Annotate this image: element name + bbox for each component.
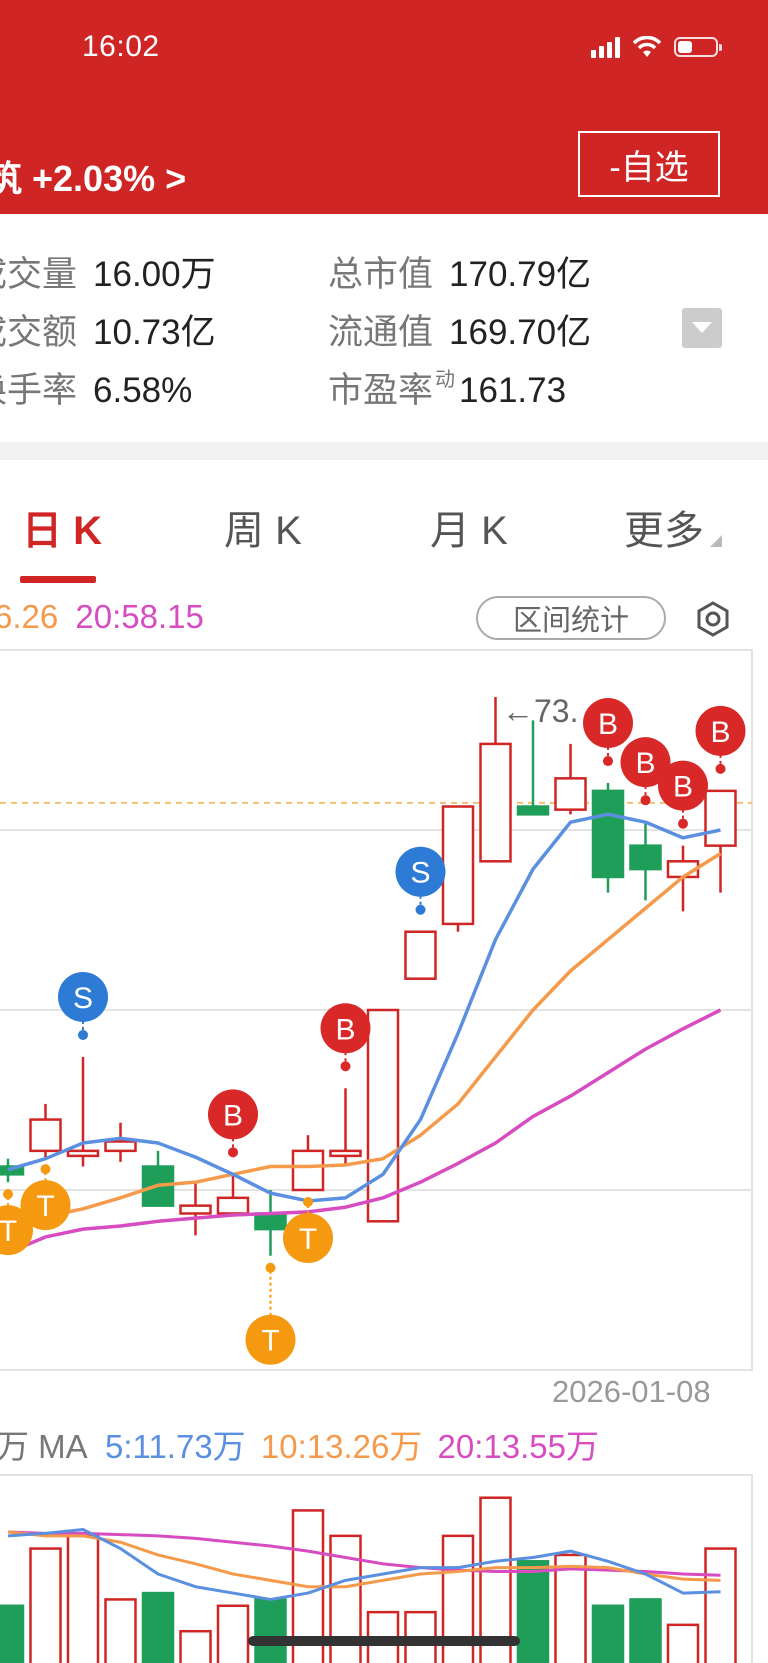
volume-bar-14 [516,1560,550,1663]
cellular-signal-icon [591,36,620,58]
signal-dot-7 [415,904,426,915]
signal-dot-11 [715,763,726,774]
signal-label-2: S [73,982,93,1015]
battery-icon [674,37,722,57]
stat-turnover-rate: 换手率6.58% [0,371,193,410]
candle-body-10 [366,1008,400,1223]
signal-label-4: T [261,1325,279,1358]
signal-label-10: B [673,771,693,804]
settings-icon[interactable] [694,600,732,638]
volume-bar-17 [629,1598,662,1663]
status-time: 16:02 [82,30,160,63]
kline-tabs: 日 K 周 K 月 K 更多 [0,460,768,590]
volume-bar-3 [104,1598,137,1663]
volume-bar-19 [704,1547,737,1663]
volume-bar-0 [0,1604,25,1663]
stat-float-cap: 流通值 169.70亿 [328,313,592,352]
tab-more[interactable]: 更多 [624,498,704,556]
price-ma-legend: 6.26 20:58.15 [0,598,204,636]
signal-dot-5 [303,1197,313,1207]
signal-dot-1 [40,1164,51,1175]
candle-body-1 [29,1118,62,1153]
vol-ma10: 10:13.26万 [260,1428,423,1465]
stock-header: 16:02 筑 +2.03% > -自选 [0,0,768,214]
signal-label-5: T [299,1223,317,1256]
signal-label-9: B [635,747,655,780]
candle-body-16 [591,789,625,879]
signal-dot-9 [640,795,651,806]
volume-bar-18 [666,1623,700,1663]
signal-dot-0 [3,1189,13,1200]
candle-body-9 [329,1149,362,1158]
vol-ma5: 5:11.73万 [105,1428,246,1465]
candle-body-17 [629,844,662,871]
signal-dot-2 [78,1029,88,1040]
signal-dot-4 [265,1262,276,1273]
candle-body-11 [404,930,437,980]
signal-dot-10 [678,818,688,829]
candle-body-14 [516,805,550,816]
ma20-value: 20:58.15 [75,598,204,635]
signal-dot-6 [340,1061,351,1072]
ma20-line [7,1008,722,1255]
stock-change-link[interactable]: 筑 +2.03% > [0,150,186,202]
signal-label-3: B [223,1099,243,1132]
kline-chart[interactable]: ←73.TTSBTTBSBBBB [0,640,768,1663]
volume-ma-legend: 万 MA 5:11.73万 10:13.26万 20:13.55万 [0,1428,599,1465]
date-label: 2026-01-08 [552,1374,711,1409]
stat-turnover: 成交额10.73亿 [0,313,216,352]
candle-body-2 [66,1149,100,1158]
volume-bar-15 [554,1553,587,1663]
section-divider [0,442,768,460]
signal-label-6: B [335,1013,355,1046]
signal-label-8: B [598,708,618,741]
more-dropdown-icon [710,535,722,547]
candle-body-6 [216,1196,250,1215]
candle-body-3 [104,1140,137,1153]
stat-market-cap: 总市值 170.79亿 [328,255,592,294]
status-icons [591,36,722,58]
candle-body-7 [254,1212,287,1231]
ma10-value: 6.26 [0,598,59,635]
expand-stats-button[interactable] [682,308,722,348]
volume-bar-5 [179,1629,212,1663]
volume-bar-7 [254,1598,287,1663]
signal-dot-3 [228,1147,238,1158]
stat-volume: 成交量16.00万 [0,255,216,294]
signal-dot-8 [603,756,613,767]
volume-bar-16 [591,1604,625,1663]
signal-label-7: S [410,857,430,890]
active-tab-indicator [20,576,96,583]
candle-body-8 [291,1149,325,1192]
stats-panel: 成交量16.00万 成交额10.73亿 换手率6.58% 总市值170.79亿 … [0,214,768,442]
volume-bar-4 [141,1591,175,1663]
volume-bar-2 [66,1534,100,1663]
vol-ma20: 20:13.55万 [437,1428,599,1465]
tab-daily-k[interactable]: 日 K [22,498,102,556]
wifi-icon [632,36,662,57]
volume-bar-1 [29,1547,62,1663]
candle-body-12 [441,805,475,926]
remove-favorite-button[interactable]: -自选 [578,131,720,197]
range-stats-button[interactable]: 区间统计 [476,596,666,640]
stat-pe-ratio: 市盈率动 161.73 [328,369,567,410]
signal-label-0: T [0,1215,17,1248]
signal-label-11: B [710,716,730,749]
volume-bar-6 [216,1604,250,1663]
candle-body-15 [554,777,587,811]
candle-body-5 [179,1204,212,1215]
candle-body-13 [479,742,512,863]
high-price-annotation: ←73. [502,693,578,729]
candle-body-19 [704,789,737,847]
tab-weekly-k[interactable]: 周 K [224,498,302,556]
home-indicator [248,1636,520,1646]
tab-monthly-k[interactable]: 月 K [430,498,508,556]
signal-label-1: T [36,1190,54,1223]
